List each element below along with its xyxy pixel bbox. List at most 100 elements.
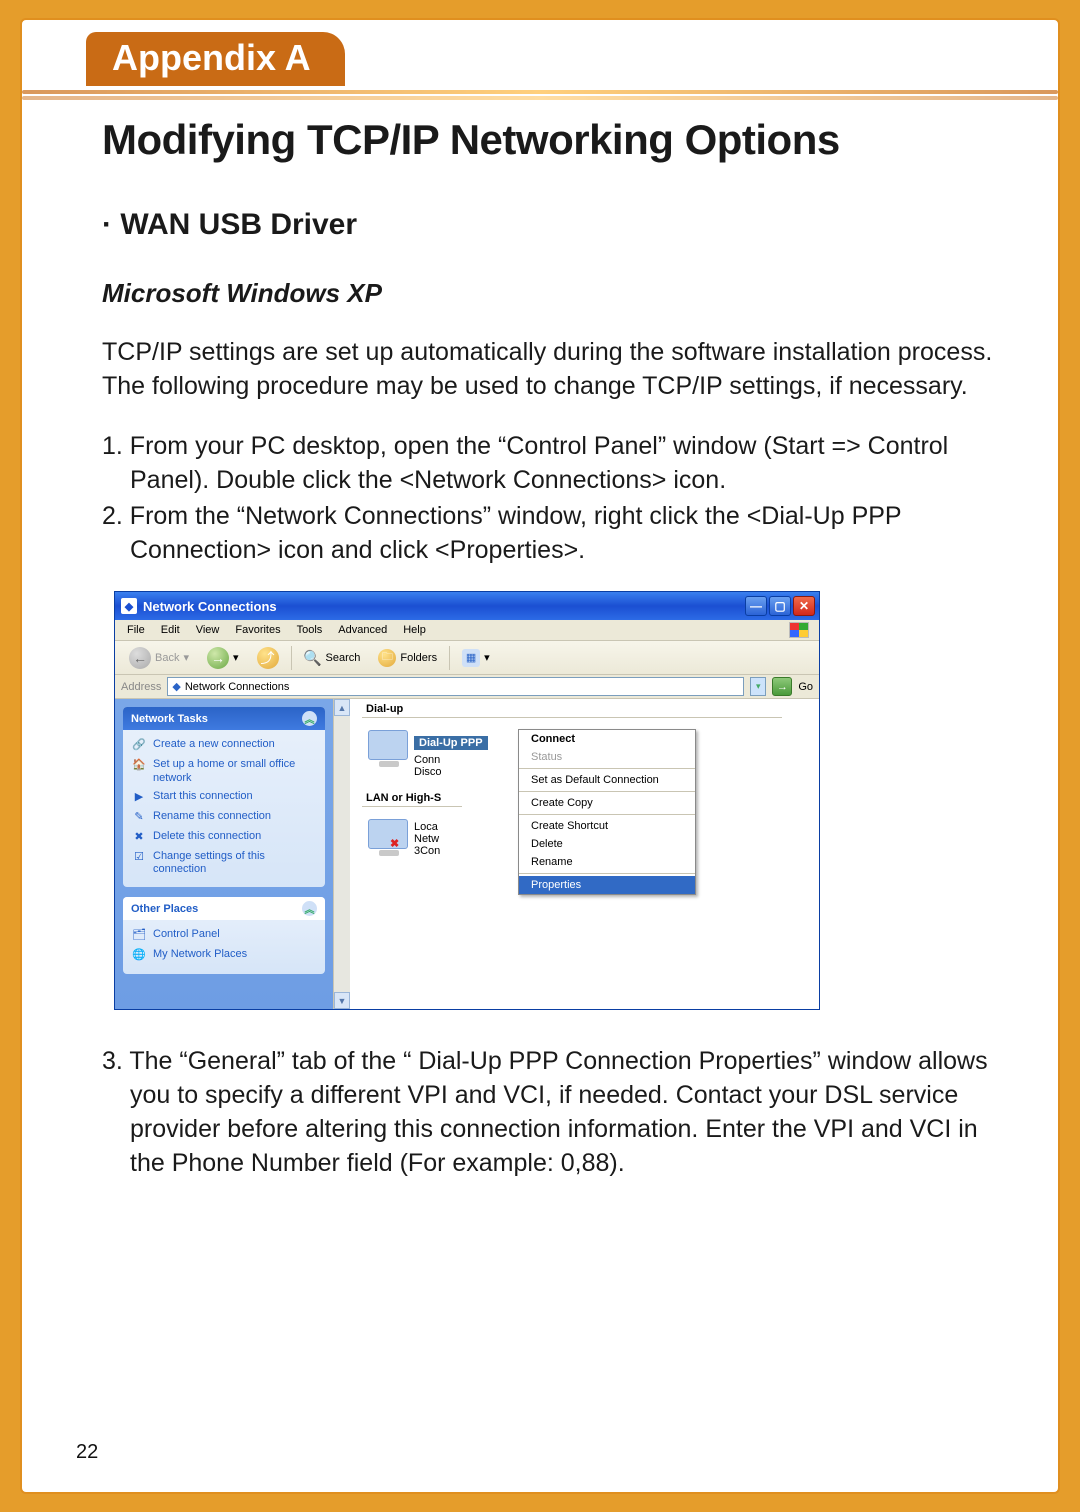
close-button[interactable]: ✕ xyxy=(793,596,815,616)
delete-icon: ✖ xyxy=(131,830,147,846)
ctx-create-shortcut[interactable]: Create Shortcut xyxy=(519,817,695,835)
network-tasks-header: Network Tasks xyxy=(131,713,208,725)
maximize-button[interactable]: ▢ xyxy=(769,596,791,616)
other-places-header: Other Places xyxy=(131,903,198,915)
steps-bottom: 3. The “General” tab of the “ Dial-Up PP… xyxy=(102,1044,998,1180)
views-button[interactable]: ▦ ▾ xyxy=(456,647,496,669)
xp-titlebar[interactable]: ◆ Network Connections — ▢ ✕ xyxy=(115,592,819,620)
rename-icon: ✎ xyxy=(131,810,147,826)
minimize-button[interactable]: — xyxy=(745,596,767,616)
ctx-create-copy[interactable]: Create Copy xyxy=(519,794,695,812)
ctx-properties[interactable]: Properties xyxy=(519,876,695,894)
address-value: Network Connections xyxy=(185,681,290,693)
page-title: Modifying TCP/IP Networking Options xyxy=(102,116,998,164)
scroll-up-icon[interactable]: ▲ xyxy=(334,699,350,716)
connection-icon xyxy=(368,819,408,849)
views-icon: ▦ xyxy=(462,649,480,667)
steps-top: 1. From your PC desktop, open the “Contr… xyxy=(102,429,998,567)
ctx-delete[interactable]: Delete xyxy=(519,835,695,853)
xp-menubar: File Edit View Favorites Tools Advanced … xyxy=(115,620,819,641)
task-rename[interactable]: ✎Rename this connection xyxy=(131,808,317,828)
address-field[interactable]: ◆ Network Connections xyxy=(167,677,744,696)
appendix-tab: Appendix A xyxy=(84,30,347,86)
search-button[interactable]: 🔍 Search xyxy=(298,647,367,669)
up-button[interactable]: ⤴ xyxy=(251,645,285,671)
folders-icon: 🗀 xyxy=(378,649,396,667)
other-control-panel[interactable]: 🗂Control Panel xyxy=(131,926,317,946)
connection-icon xyxy=(368,730,408,760)
task-create[interactable]: 🔗Create a new connection xyxy=(131,736,317,756)
step-3: 3. The “General” tab of the “ Dial-Up PP… xyxy=(102,1044,998,1180)
address-label: Address xyxy=(121,681,161,693)
group-dialup: Dial-up xyxy=(362,703,782,718)
xp-body: Network Tasks ︽ 🔗Create a new connection… xyxy=(115,699,819,1009)
chevron-down-icon: ▾ xyxy=(183,651,189,664)
menu-advanced[interactable]: Advanced xyxy=(330,622,395,638)
xp-window: ◆ Network Connections — ▢ ✕ File Edit Vi… xyxy=(114,591,820,1010)
menu-file[interactable]: File xyxy=(119,622,153,638)
forward-button[interactable]: → ▾ xyxy=(201,645,245,671)
folders-label: Folders xyxy=(400,652,437,664)
back-button[interactable]: ← Back ▾ xyxy=(123,645,195,671)
window-icon: ◆ xyxy=(121,598,137,614)
other-places-panel: Other Places ︽ 🗂Control Panel 🌐My Networ… xyxy=(123,897,325,974)
ctx-rename[interactable]: Rename xyxy=(519,853,695,871)
chevron-down-icon: ▾ xyxy=(484,651,490,664)
task-setup-home[interactable]: 🏠Set up a home or small office network xyxy=(131,756,317,788)
window-title: Network Connections xyxy=(143,599,277,614)
menu-help[interactable]: Help xyxy=(395,622,434,638)
step-1: 1. From your PC desktop, open the “Contr… xyxy=(102,429,998,497)
toolbar-separator xyxy=(449,646,450,670)
toolbar-separator xyxy=(291,646,292,670)
menu-view[interactable]: View xyxy=(188,622,228,638)
dialup-sublabels: Conn Disco xyxy=(414,754,442,778)
back-label: Back xyxy=(155,652,179,664)
os-heading: Microsoft Windows XP xyxy=(102,278,998,309)
other-network-places[interactable]: 🌐My Network Places xyxy=(131,946,317,966)
collapse-icon[interactable]: ︽ xyxy=(302,711,317,726)
home-network-icon: 🏠 xyxy=(131,758,147,774)
task-start[interactable]: ▶Start this connection xyxy=(131,788,317,808)
search-label: Search xyxy=(326,652,361,664)
xp-main-pane: Dial-up Dial-Up PPP Conn Disco LAN or Hi… xyxy=(350,699,819,1009)
task-change-settings[interactable]: ☑Change settings of this connection xyxy=(131,848,317,880)
scrollbar[interactable]: ▲ ▼ xyxy=(333,699,350,1009)
folders-button[interactable]: 🗀 Folders xyxy=(372,647,443,669)
xp-sidepane: Network Tasks ︽ 🔗Create a new connection… xyxy=(115,699,333,1009)
network-tasks-panel: Network Tasks ︽ 🔗Create a new connection… xyxy=(123,707,325,887)
chevron-down-icon: ▾ xyxy=(233,651,239,664)
address-icon: ◆ xyxy=(172,680,180,693)
back-arrow-icon: ← xyxy=(129,647,151,669)
menu-favorites[interactable]: Favorites xyxy=(227,622,288,638)
scroll-down-icon[interactable]: ▼ xyxy=(334,992,350,1009)
address-dropdown[interactable]: ▾ xyxy=(750,677,766,696)
ctx-connect[interactable]: Connect xyxy=(519,730,695,748)
xp-toolbar: ← Back ▾ → ▾ ⤴ 🔍 Search 🗀 F xyxy=(115,641,819,675)
disconnected-x-icon: ✖ xyxy=(390,837,399,850)
context-menu: Connect Status Set as Default Connection… xyxy=(518,729,696,895)
section-subhead: · WAN USB Driver xyxy=(102,208,998,242)
menu-edit[interactable]: Edit xyxy=(153,622,188,638)
menu-tools[interactable]: Tools xyxy=(289,622,331,638)
settings-icon: ☑ xyxy=(131,850,147,866)
task-delete[interactable]: ✖Delete this connection xyxy=(131,828,317,848)
lan-sublabels: Loca Netw 3Con xyxy=(414,821,440,857)
go-label: Go xyxy=(798,681,813,693)
windows-flag-icon xyxy=(789,622,809,638)
step-2: 2. From the “Network Connections” window… xyxy=(102,499,998,567)
collapse-icon[interactable]: ︽ xyxy=(302,901,317,916)
group-lan: LAN or High-S xyxy=(362,792,462,807)
go-button[interactable]: → xyxy=(772,677,792,696)
intro-paragraph: TCP/IP settings are set up automatically… xyxy=(102,335,998,403)
content: Modifying TCP/IP Networking Options · WA… xyxy=(102,110,998,1204)
dialup-badge: Dial-Up PPP xyxy=(414,736,488,750)
new-connection-icon: 🔗 xyxy=(131,738,147,754)
page-number: 22 xyxy=(76,1441,98,1464)
ctx-status: Status xyxy=(519,748,695,766)
ctx-set-default[interactable]: Set as Default Connection xyxy=(519,771,695,789)
start-icon: ▶ xyxy=(131,790,147,806)
network-places-icon: 🌐 xyxy=(131,948,147,964)
forward-arrow-icon: → xyxy=(207,647,229,669)
xp-address-bar: Address ◆ Network Connections ▾ → Go xyxy=(115,675,819,699)
page-card: Appendix A Modifying TCP/IP Networking O… xyxy=(20,18,1060,1494)
